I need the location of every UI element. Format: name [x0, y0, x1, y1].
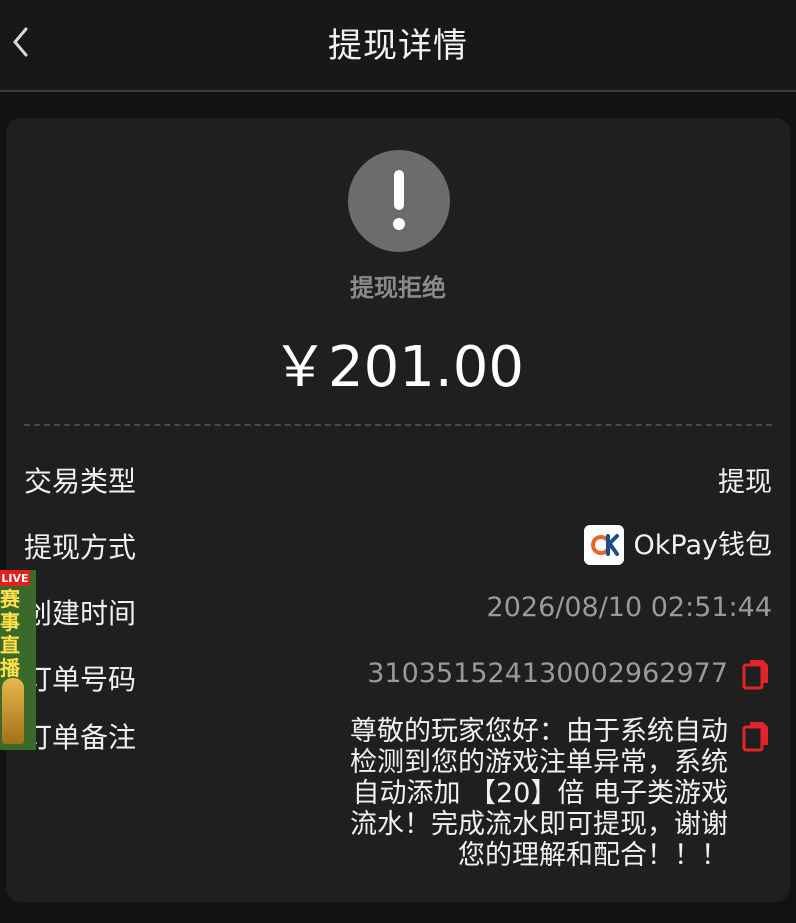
live-title: 赛 事 直 播: [0, 587, 20, 680]
transaction-type-label: 交易类型: [24, 465, 137, 498]
live-tag: LIVE: [0, 570, 30, 586]
okpay-logo: [583, 524, 624, 565]
withdraw-method-value: OkPay钱包: [583, 523, 772, 567]
withdrawal-detail-card: 提现拒绝 ￥201.00 交易类型 提现 提现方式 OkPay钱包 创建时间 2…: [6, 118, 790, 902]
status-text: 提现拒绝: [350, 274, 446, 302]
created-time-label: 创建时间: [24, 597, 137, 630]
copy-icon[interactable]: [742, 658, 770, 690]
withdraw-method-label: 提现方式: [24, 531, 137, 564]
transaction-type-value: 提现: [718, 467, 772, 498]
created-time-value: 2026/08/10 02:51:44: [486, 592, 772, 623]
app-header: 提现详情: [0, 0, 796, 92]
exclamation-icon: [348, 150, 450, 252]
order-remark-label: 订单备注: [24, 721, 137, 754]
okpay-wallet-text: OkPay钱包: [633, 530, 772, 561]
dashed-divider: [24, 424, 772, 426]
live-stream-floating-badge[interactable]: LIVE 赛 事 直 播: [0, 570, 36, 750]
copy-icon[interactable]: [742, 720, 770, 752]
order-number-value: 310351524130002962977: [367, 658, 728, 689]
page-title: 提现详情: [328, 26, 468, 66]
order-remark-text: 尊敬的玩家您好：由于系统自动 检测到您的游戏注单异常，系统 自动添加 【20】倍…: [350, 716, 728, 871]
withdrawal-amount: ￥201.00: [272, 335, 524, 400]
order-number-label: 订单号码: [24, 663, 137, 696]
trophy-icon: [2, 678, 24, 744]
